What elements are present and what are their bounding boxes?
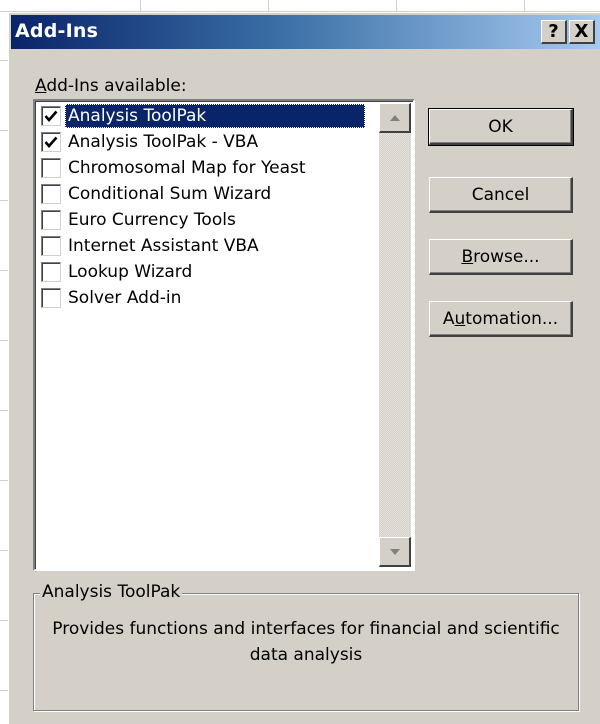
browse-label-rest: rowse... bbox=[473, 246, 540, 267]
automation-button[interactable]: Automation... bbox=[429, 301, 573, 337]
description-title: Analysis ToolPak bbox=[40, 582, 183, 602]
list-item[interactable]: Solver Add-in bbox=[37, 285, 379, 311]
cancel-button[interactable]: Cancel bbox=[429, 177, 573, 213]
list-item-label: Internet Assistant VBA bbox=[68, 236, 259, 256]
list-item-label: Solver Add-in bbox=[68, 288, 182, 308]
gridline bbox=[524, 0, 525, 12]
arrow-down-icon bbox=[389, 548, 400, 555]
gridline bbox=[396, 0, 397, 12]
automation-label-rest: tomation... bbox=[465, 308, 559, 329]
arrow-up-icon bbox=[389, 114, 400, 121]
list-item[interactable]: Analysis ToolPak bbox=[37, 103, 379, 129]
ok-label: OK bbox=[488, 116, 513, 137]
dialog-title: Add-Ins bbox=[15, 20, 99, 42]
help-icon: ? bbox=[548, 20, 559, 42]
checkbox[interactable] bbox=[41, 184, 61, 204]
checkmark-icon bbox=[44, 136, 58, 148]
checkbox[interactable] bbox=[41, 132, 61, 152]
help-button[interactable]: ? bbox=[541, 20, 567, 44]
close-button[interactable]: X bbox=[569, 20, 595, 44]
list-item-label: Analysis ToolPak - VBA bbox=[68, 132, 259, 152]
list-item[interactable]: Chromosomal Map for Yeast bbox=[37, 155, 379, 181]
browse-button[interactable]: Browse... bbox=[429, 239, 573, 275]
title-bar[interactable]: Add-Ins ? X bbox=[11, 15, 600, 49]
ok-button[interactable]: OK bbox=[428, 108, 574, 146]
add-ins-list: Analysis ToolPak Analysis ToolPak - VBA Ch… bbox=[37, 103, 379, 311]
checkbox[interactable] bbox=[41, 236, 61, 256]
cancel-label: Cancel bbox=[471, 184, 530, 205]
list-item-label: Chromosomal Map for Yeast bbox=[68, 158, 306, 178]
accesskey-letter: u bbox=[454, 308, 466, 329]
checkbox[interactable] bbox=[41, 106, 61, 126]
browse-label: Browse... bbox=[461, 247, 539, 267]
list-item-label: Lookup Wizard bbox=[68, 262, 193, 282]
list-item-label: Analysis ToolPak bbox=[65, 104, 365, 128]
add-ins-available-label: Add-Ins available: bbox=[35, 76, 187, 96]
checkbox[interactable] bbox=[41, 288, 61, 308]
label-text: dd-Ins available: bbox=[46, 76, 187, 96]
list-item[interactable]: Analysis ToolPak - VBA bbox=[37, 129, 379, 155]
checkmark-icon bbox=[44, 110, 58, 122]
list-item-label: Conditional Sum Wizard bbox=[68, 184, 272, 204]
checkbox[interactable] bbox=[41, 210, 61, 230]
accesskey-letter: A bbox=[35, 76, 47, 96]
gridline bbox=[268, 0, 269, 12]
vertical-scrollbar[interactable] bbox=[379, 103, 411, 567]
add-ins-listbox[interactable]: Analysis ToolPak Analysis ToolPak - VBA Ch… bbox=[33, 99, 415, 571]
scroll-down-button[interactable] bbox=[379, 537, 411, 567]
close-icon: X bbox=[574, 20, 589, 42]
gridline bbox=[140, 0, 141, 12]
checkbox[interactable] bbox=[41, 158, 61, 178]
checkbox[interactable] bbox=[41, 262, 61, 282]
scroll-up-button[interactable] bbox=[379, 103, 411, 133]
add-ins-dialog: Add-Ins ? X Add-Ins available: Analysis … bbox=[8, 12, 600, 724]
list-item[interactable]: Euro Currency Tools bbox=[37, 207, 379, 233]
automation-label-prefix: A bbox=[442, 308, 455, 329]
list-item[interactable]: Conditional Sum Wizard bbox=[37, 181, 379, 207]
spreadsheet-top-strip bbox=[0, 0, 600, 12]
automation-label: Automation... bbox=[443, 309, 558, 329]
list-item[interactable]: Internet Assistant VBA bbox=[37, 233, 379, 259]
description-groupbox: Analysis ToolPak Provides functions and … bbox=[33, 582, 579, 711]
description-text: Provides functions and interfaces for fi… bbox=[52, 619, 560, 665]
list-item-label: Euro Currency Tools bbox=[68, 210, 236, 230]
list-item[interactable]: Lookup Wizard bbox=[37, 259, 379, 285]
accesskey-letter: B bbox=[461, 246, 474, 267]
